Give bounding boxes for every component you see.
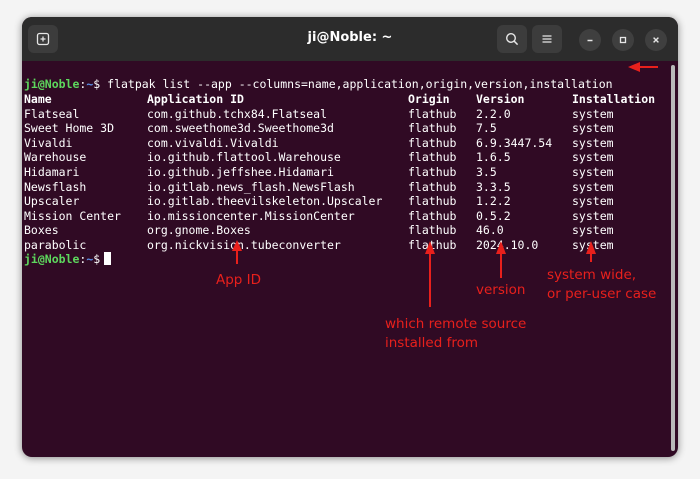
annotation-remote: which remote source installed from xyxy=(385,315,526,353)
annotation-install-line1: system wide, xyxy=(547,267,637,283)
annotation-version: version xyxy=(476,282,526,298)
annotation-remote-line2: installed from xyxy=(385,335,478,351)
annotation-arrows xyxy=(232,62,658,307)
arrow-install-head xyxy=(586,241,596,254)
annotation-remote-line1: which remote source xyxy=(385,316,527,332)
annotation-install: system wide, or per-user case xyxy=(547,266,656,304)
arrow-app-id-head xyxy=(232,240,242,251)
arrow-version-head xyxy=(496,241,506,254)
arrow-remote-head xyxy=(425,241,435,254)
arrow-command-head xyxy=(628,62,640,72)
annotation-install-line2: or per-user case xyxy=(547,286,657,302)
annotation-app-id: App ID xyxy=(216,272,262,288)
